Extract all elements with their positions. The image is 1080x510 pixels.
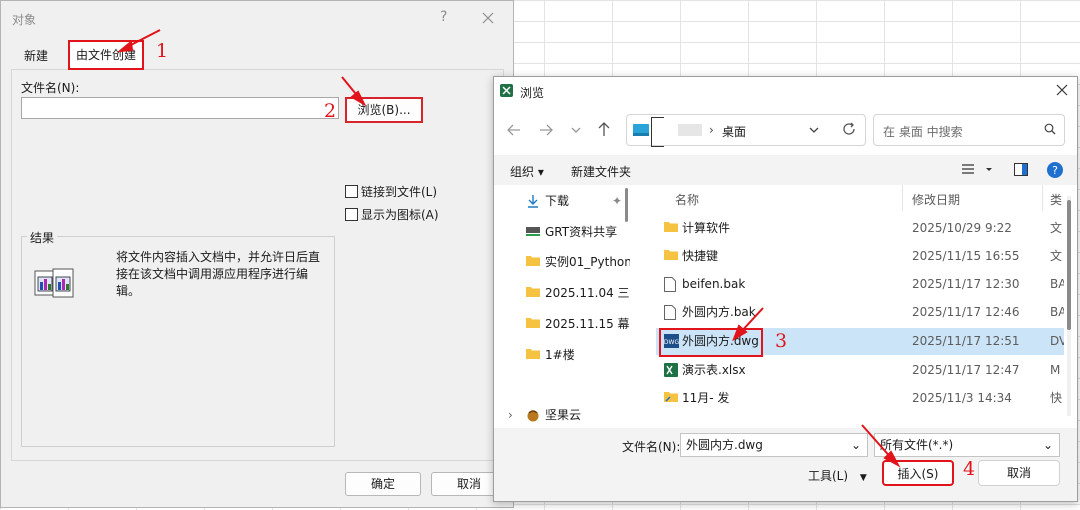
annotation-step-2: 2 [324,100,337,122]
annotation-step-3: 3 [775,330,788,352]
annotation-arrows [116,29,901,468]
annotation-step-1: 1 [156,40,169,62]
annotation-step-4: 4 [963,458,976,480]
